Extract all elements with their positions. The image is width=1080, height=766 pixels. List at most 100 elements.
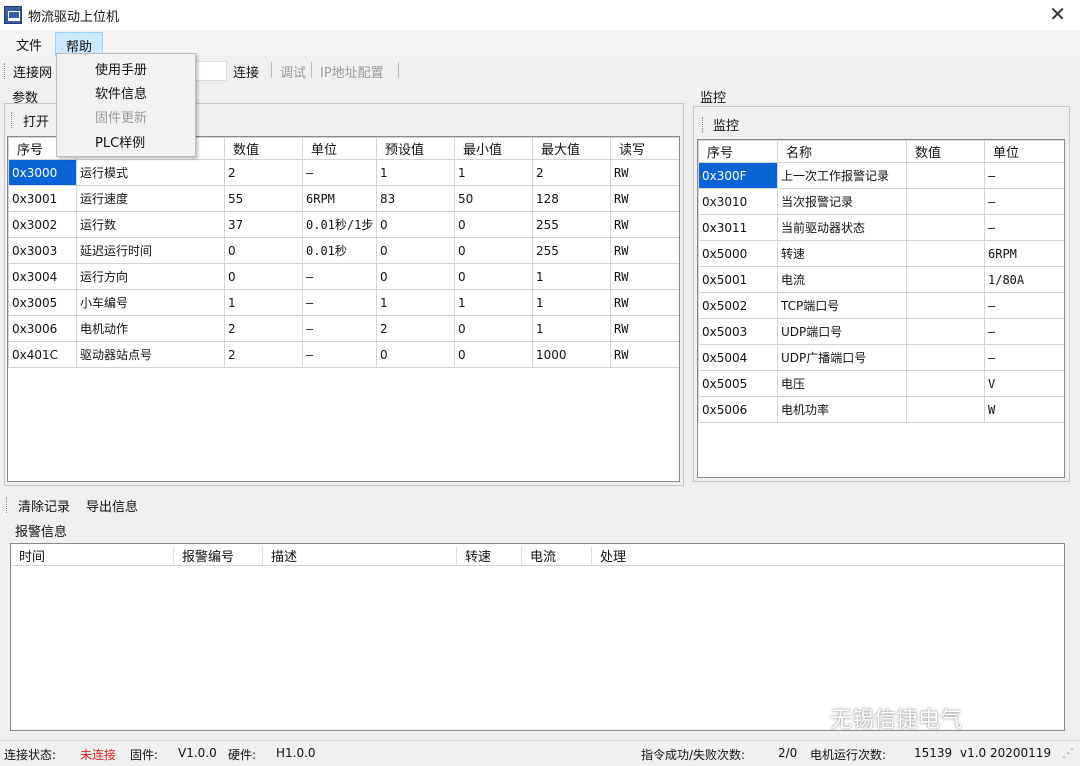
table-cell[interactable]: — <box>984 188 1064 215</box>
table-row[interactable]: 0x5004 UDP广播端口号 — <box>698 344 1064 371</box>
table-cell[interactable]: — <box>302 263 377 290</box>
table-cell[interactable]: 1 <box>376 289 455 316</box>
table-cell[interactable]: RW <box>610 159 679 186</box>
table-cell[interactable]: — <box>302 315 377 342</box>
table-row[interactable]: 0x401C 驱动器站点号 2—0 0 1000 RW <box>8 341 679 368</box>
table-cell[interactable] <box>906 370 985 397</box>
table-cell[interactable]: 小车编号 <box>76 289 225 316</box>
table-cell[interactable] <box>906 292 985 319</box>
table-cell[interactable]: 1 <box>532 315 611 342</box>
table-cell[interactable]: 0.01秒 <box>302 237 377 264</box>
col-header[interactable]: 单位 <box>984 140 1064 163</box>
table-row[interactable]: 0x3003 延迟运行时间 0 0.01秒 0 0 255 RW <box>8 237 679 264</box>
col-header[interactable]: 单位 <box>302 137 377 160</box>
table-cell[interactable]: 0x5005 <box>698 370 778 397</box>
table-cell[interactable]: 2 <box>224 159 303 186</box>
monitor-tab[interactable]: 监控 <box>713 115 739 134</box>
table-cell[interactable]: — <box>302 289 377 316</box>
table-cell[interactable]: 1 <box>454 289 533 316</box>
table-cell[interactable]: 0x5006 <box>698 396 778 423</box>
table-cell[interactable]: 6RPM <box>302 185 377 212</box>
table-cell[interactable]: UDP广播端口号 <box>777 344 907 371</box>
table-row[interactable]: 0x3010 当次报警记录 — <box>698 188 1064 215</box>
col-header[interactable]: 预设值 <box>376 137 455 160</box>
table-cell[interactable]: 0x3003 <box>8 237 77 264</box>
table-row[interactable]: 0x5003 UDP端口号 — <box>698 318 1064 345</box>
table-cell[interactable]: 2 <box>532 159 611 186</box>
table-row[interactable]: 0x3004 运行方向 0—0 0 1 RW <box>8 263 679 290</box>
open-button[interactable]: 打开 <box>23 111 49 130</box>
table-cell[interactable] <box>906 188 985 215</box>
table-cell[interactable]: W <box>984 396 1064 423</box>
table-cell[interactable]: 0x5003 <box>698 318 778 345</box>
table-cell[interactable]: — <box>984 344 1064 371</box>
table-cell[interactable]: — <box>984 162 1064 189</box>
table-cell[interactable]: 6RPM <box>984 240 1064 267</box>
export-info-button[interactable]: 导出信息 <box>86 496 138 515</box>
col-header[interactable]: 报警编号 <box>173 546 234 566</box>
table-row[interactable]: 0x5006 电机功率 W <box>698 396 1064 423</box>
table-cell[interactable]: 255 <box>532 211 611 238</box>
table-cell[interactable]: 电流 <box>777 266 907 293</box>
params-toolbar-grip[interactable] <box>11 112 14 128</box>
table-cell[interactable]: TCP端口号 <box>777 292 907 319</box>
table-cell[interactable]: 0x3010 <box>698 188 778 215</box>
table-cell[interactable]: — <box>984 214 1064 241</box>
table-row[interactable]: 0x5001 电流 1/80A <box>698 266 1064 293</box>
table-row[interactable]: 0x5000 转速 6RPM <box>698 240 1064 267</box>
col-header[interactable]: 处理 <box>591 546 626 566</box>
table-cell[interactable]: 运行方向 <box>76 263 225 290</box>
table-cell[interactable]: 128 <box>532 185 611 212</box>
table-cell[interactable]: RW <box>610 315 679 342</box>
table-cell[interactable]: 0x3006 <box>8 315 77 342</box>
table-cell[interactable]: 0 <box>224 263 303 290</box>
col-header[interactable]: 数值 <box>224 137 303 160</box>
table-cell[interactable]: 1/80A <box>984 266 1064 293</box>
table-cell[interactable] <box>906 266 985 293</box>
table-cell[interactable]: — <box>302 159 377 186</box>
col-header[interactable]: 数值 <box>906 140 985 163</box>
table-cell[interactable]: 0 <box>454 263 533 290</box>
connect-button[interactable]: 连接 <box>233 62 259 81</box>
ip-config-button[interactable]: IP地址配置 <box>320 62 384 81</box>
table-cell[interactable]: 驱动器站点号 <box>76 341 225 368</box>
menu-item-plc-sample[interactable]: PLC样例 <box>95 132 145 151</box>
table-cell[interactable]: 0 <box>454 211 533 238</box>
table-cell[interactable]: 0x3005 <box>8 289 77 316</box>
table-cell[interactable]: 83 <box>376 185 455 212</box>
table-row[interactable]: 0x3000 运行模式 2—1 1 2 RW <box>8 159 679 186</box>
table-cell[interactable]: RW <box>610 237 679 264</box>
table-cell[interactable]: 当前驱动器状态 <box>777 214 907 241</box>
table-cell[interactable]: 0x5002 <box>698 292 778 319</box>
menu-item-software-info[interactable]: 软件信息 <box>95 83 147 102</box>
table-cell[interactable]: 0 <box>376 263 455 290</box>
table-cell[interactable]: 0x300F <box>698 162 778 189</box>
table-cell[interactable]: 0x3002 <box>8 211 77 238</box>
table-cell[interactable]: 转速 <box>777 240 907 267</box>
table-cell[interactable]: 1 <box>532 263 611 290</box>
table-cell[interactable]: 电压 <box>777 370 907 397</box>
table-cell[interactable]: 0 <box>376 211 455 238</box>
table-cell[interactable]: — <box>984 318 1064 345</box>
table-row[interactable]: 0x5005 电压 V <box>698 370 1064 397</box>
col-header[interactable]: 描述 <box>262 546 297 566</box>
table-cell[interactable]: 0x5001 <box>698 266 778 293</box>
table-cell[interactable]: 0 <box>376 341 455 368</box>
table-cell[interactable] <box>906 214 985 241</box>
table-cell[interactable]: RW <box>610 263 679 290</box>
table-cell[interactable]: 0 <box>454 315 533 342</box>
table-cell[interactable]: — <box>302 341 377 368</box>
table-cell[interactable]: — <box>984 292 1064 319</box>
table-cell[interactable]: 2 <box>224 315 303 342</box>
table-cell[interactable] <box>906 162 985 189</box>
col-header[interactable]: 名称 <box>777 140 907 163</box>
table-cell[interactable] <box>906 240 985 267</box>
table-cell[interactable]: 1 <box>224 289 303 316</box>
table-cell[interactable]: 0x5004 <box>698 344 778 371</box>
table-row[interactable]: 0x5002 TCP端口号 — <box>698 292 1064 319</box>
table-cell[interactable]: 0.01秒/1步 <box>302 211 377 238</box>
table-cell[interactable]: 0 <box>454 341 533 368</box>
table-cell[interactable] <box>906 396 985 423</box>
table-cell[interactable]: 1000 <box>532 341 611 368</box>
table-cell[interactable] <box>906 318 985 345</box>
